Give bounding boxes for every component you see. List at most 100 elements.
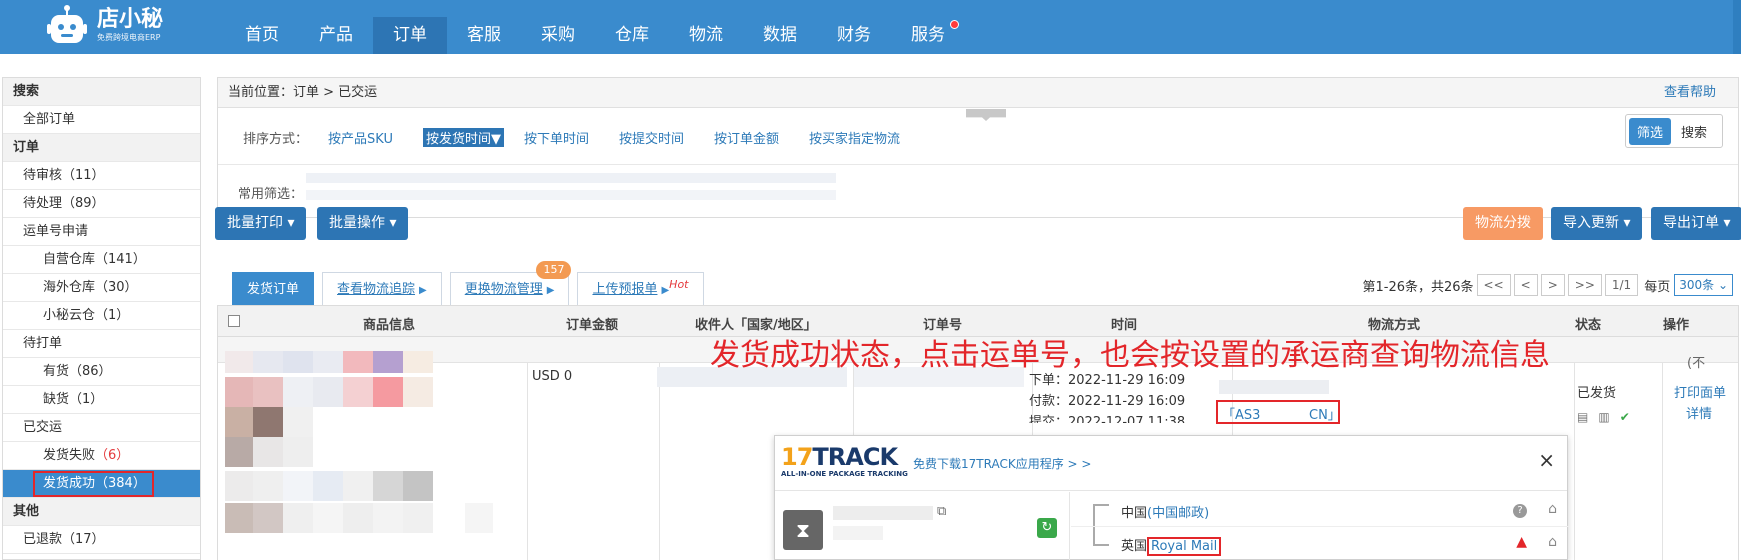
- nav-home[interactable]: 首页: [225, 17, 299, 54]
- pager-last[interactable]: >>: [1567, 274, 1602, 296]
- nav-logistics[interactable]: 物流: [669, 17, 743, 54]
- logo[interactable]: 店小秘 免费跨境电商ERP: [45, 4, 163, 48]
- sidebar-item-label: 待审核: [23, 168, 63, 183]
- tab-ship-orders[interactable]: 发货订单: [232, 272, 315, 305]
- barcode-icon[interactable]: ▥: [1598, 410, 1609, 424]
- count-badge: 157: [536, 261, 572, 279]
- home-icon[interactable]: ⌂: [1548, 501, 1557, 517]
- sort-by-buyer-logistics[interactable]: 按买家指定物流: [809, 128, 900, 147]
- copy-icon[interactable]: ▤: [1577, 410, 1588, 424]
- notification-dot: [950, 20, 959, 29]
- route-line: [1093, 504, 1109, 546]
- sidebar-item-pending-review[interactable]: 待审核（11）: [3, 162, 200, 190]
- origin: 中国(中国邮政): [1121, 502, 1209, 521]
- sidebar-item-all-orders[interactable]: 全部订单: [3, 106, 200, 134]
- status-text: 已发货: [1577, 386, 1617, 401]
- scrollbar-edge: [1733, 0, 1741, 54]
- col-amount: 订单金额: [566, 318, 619, 333]
- brand-subtitle: 免费跨境电商ERP: [97, 33, 161, 42]
- common-filter-label: 常用筛选：: [238, 187, 304, 202]
- tab-label: 更换物流管理: [464, 282, 543, 297]
- sidebar-item-waybill-apply[interactable]: 运单号申请: [3, 218, 200, 246]
- batch-print-button[interactable]: 批量打印 ▾: [215, 207, 307, 240]
- top-navbar: 店小秘 免费跨境电商ERP 首页 产品 订单 客服 采购 仓库 物流 数据 财务…: [0, 0, 1741, 54]
- tab-label: 查看物流追踪: [337, 282, 416, 297]
- sidebar-item-to-print[interactable]: 待打单: [3, 330, 200, 358]
- tracking-number-left[interactable]: 「AS3: [1222, 404, 1260, 423]
- breadcrumb-path[interactable]: 订单 > 已交运: [293, 85, 377, 100]
- logo-tagline: ALL-IN-ONE PACKAGE TRACKING: [781, 470, 908, 478]
- close-icon[interactable]: ×: [1538, 448, 1555, 472]
- blurred-filters: [306, 173, 836, 183]
- col-status: 状态: [1575, 318, 1602, 333]
- pager-prev[interactable]: <: [1513, 274, 1538, 296]
- tab-upload-forecast[interactable]: 上传预报单 ▶Hot: [577, 272, 704, 305]
- origin-carrier-link[interactable]: (中国邮政): [1147, 506, 1209, 521]
- sidebar-item-ship-failed[interactable]: 发货失败（6）: [3, 442, 200, 470]
- 17track-logo[interactable]: 17TRACK ALL-IN-ONE PACKAGE TRACKING: [781, 444, 908, 478]
- sidebar-item-refunded[interactable]: 已退款（17）: [3, 526, 200, 554]
- select-all-checkbox[interactable]: [228, 315, 240, 331]
- sidebar-item-in-stock[interactable]: 有货（86）: [3, 358, 200, 386]
- col-product: 商品信息: [363, 318, 416, 333]
- print-label-link[interactable]: 打印面单: [1674, 382, 1726, 401]
- per-page-select[interactable]: 300条 ⌄: [1674, 274, 1733, 296]
- nav-purchase[interactable]: 采购: [521, 17, 595, 54]
- nav-finance[interactable]: 财务: [817, 17, 891, 54]
- sidebar-item-count: （17）: [62, 532, 105, 547]
- filter-search-toggle: 筛选 搜索: [1625, 114, 1723, 148]
- logistics-split-button[interactable]: 物流分拨: [1463, 207, 1543, 240]
- sort-by-amount[interactable]: 按订单金额: [714, 128, 779, 147]
- sort-by-sku[interactable]: 按产品SKU: [328, 128, 393, 147]
- tracking-number-right[interactable]: CN」: [1309, 404, 1341, 423]
- nav-service[interactable]: 客服: [447, 17, 521, 54]
- export-orders-button[interactable]: 导出订单 ▾: [1651, 207, 1741, 240]
- sidebar-item-count: （6）: [95, 448, 130, 463]
- sidebar-item-overseas-warehouse[interactable]: 海外仓库（30）: [3, 274, 200, 302]
- nav-products[interactable]: 产品: [299, 17, 373, 54]
- download-app-link[interactable]: 免费下载17TRACK应用程序 > >: [913, 455, 1091, 472]
- status-icons: ▤ ▥ ✔: [1577, 410, 1630, 424]
- sidebar-item-shipped[interactable]: 已交运: [3, 414, 200, 442]
- per-page-label: 每页: [1644, 279, 1671, 295]
- question-icon[interactable]: ?: [1513, 504, 1527, 518]
- tab-track[interactable]: 查看物流追踪 ▶: [322, 272, 442, 305]
- pager-next[interactable]: >: [1540, 274, 1565, 296]
- order-tabs: 发货订单 查看物流追踪 ▶ 更换物流管理 ▶ 157 上传预报单 ▶Hot: [232, 261, 712, 305]
- collapse-toggle-icon[interactable]: [966, 109, 1006, 121]
- tab-change-logistics[interactable]: 更换物流管理 ▶ 157: [449, 261, 572, 305]
- dest-carrier-link[interactable]: Royal Mail: [1147, 537, 1222, 556]
- product-thumbnails[interactable]: [225, 351, 515, 560]
- check-icon[interactable]: ✔: [1620, 410, 1630, 424]
- pager-page: 1/1: [1604, 274, 1639, 296]
- nav-orders[interactable]: 订单: [373, 17, 447, 54]
- warning-icon: ▲: [1516, 534, 1527, 550]
- import-update-button[interactable]: 导入更新 ▾: [1551, 207, 1643, 240]
- logo-word: TRACK: [812, 443, 898, 471]
- sidebar-item-to-process[interactable]: 待处理（89）: [3, 190, 200, 218]
- help-link[interactable]: 查看帮助: [1664, 78, 1716, 108]
- sidebar-head-search: 搜索: [3, 78, 200, 106]
- sort-by-submit-time[interactable]: 按提交时间: [619, 128, 684, 147]
- copy-icon[interactable]: ⧉: [937, 504, 946, 519]
- divider: [659, 363, 660, 560]
- nav-data[interactable]: 数据: [743, 17, 817, 54]
- refresh-icon[interactable]: ↻: [1037, 518, 1057, 538]
- home-icon[interactable]: ⌂: [1548, 534, 1557, 550]
- sidebar-item-own-warehouse[interactable]: 自营仓库（141）: [3, 246, 200, 274]
- detail-link[interactable]: 详情: [1686, 403, 1712, 422]
- sidebar-item-cloud-warehouse[interactable]: 小秘云仓（1）: [3, 302, 200, 330]
- batch-ops-button[interactable]: 批量操作 ▾: [317, 207, 409, 240]
- sort-by-ship-time[interactable]: 按发货时间▼: [422, 127, 504, 147]
- nav-warehouse[interactable]: 仓库: [595, 17, 669, 54]
- pager-first[interactable]: <<: [1476, 274, 1511, 296]
- toggle-filter[interactable]: 筛选: [1629, 117, 1672, 145]
- sidebar-item-out-of-stock[interactable]: 缺货（1）: [3, 386, 200, 414]
- sort-by-order-time[interactable]: 按下单时间: [524, 128, 589, 147]
- sidebar-item-count: （86）: [69, 364, 112, 379]
- dest-country: 英国: [1121, 539, 1148, 554]
- sidebar-item-ship-success[interactable]: 发货成功（384）: [3, 470, 200, 498]
- toggle-search[interactable]: 搜索: [1671, 118, 1717, 145]
- nav-services-wrap[interactable]: 服务: [891, 17, 965, 54]
- blurred-status: [833, 526, 883, 540]
